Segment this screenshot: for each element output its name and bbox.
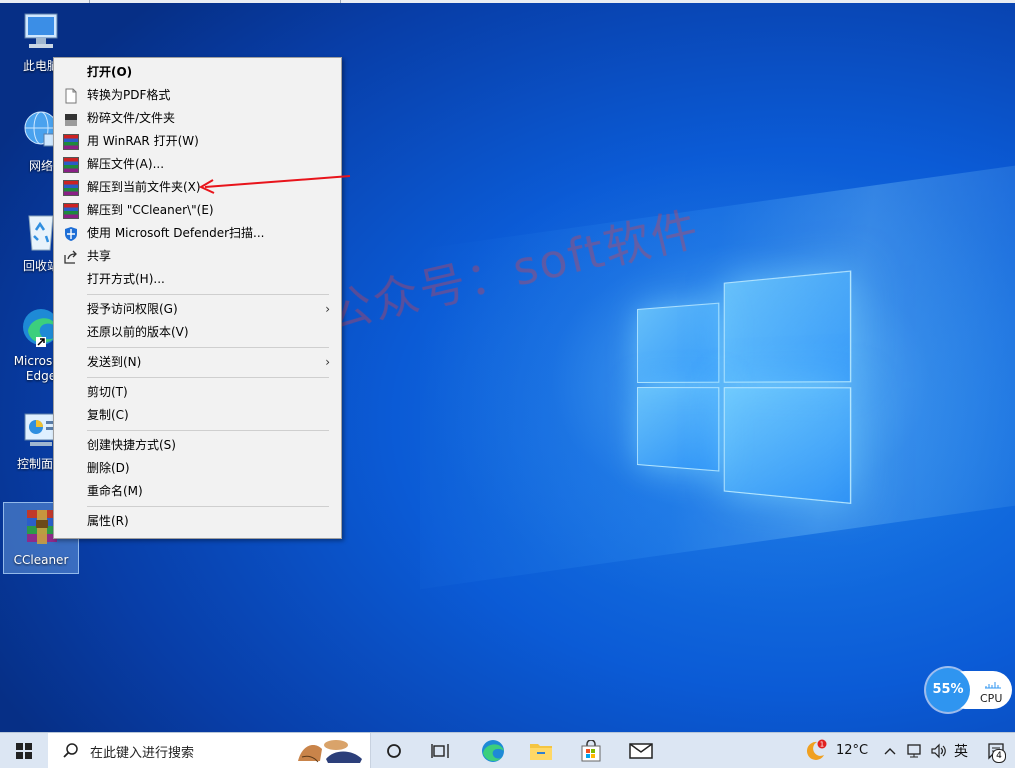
menu-item-label: 解压到当前文件夹(X) xyxy=(87,176,201,199)
winrar-icon xyxy=(63,180,79,196)
search-highlight-illustration-icon xyxy=(292,735,366,766)
chevron-up-icon xyxy=(884,747,896,755)
menu-item-label: 使用 Microsoft Defender扫描... xyxy=(87,222,264,245)
submenu-arrow-icon: › xyxy=(325,351,330,374)
menu-item-rename[interactable]: 重命名(M) xyxy=(54,480,341,503)
menu-item-send-to[interactable]: 发送到(N) › xyxy=(54,351,341,374)
taskbar-file-explorer[interactable] xyxy=(522,733,560,768)
menu-separator xyxy=(87,347,329,348)
weather-temperature[interactable]: 12°C xyxy=(832,733,872,768)
menu-item-open-with[interactable]: 打开方式(H)... xyxy=(54,268,341,291)
explorer-window-edge xyxy=(0,0,1015,3)
menu-item-label: 打开方式(H)... xyxy=(87,268,165,291)
edge-icon xyxy=(481,739,505,763)
taskbar-mail[interactable] xyxy=(622,733,660,768)
winrar-icon xyxy=(63,134,79,150)
menu-item-open[interactable]: 打开(O) xyxy=(54,61,341,84)
menu-item-restore-versions[interactable]: 还原以前的版本(V) xyxy=(54,321,341,344)
menu-item-convert-pdf[interactable]: 转换为PDF格式 xyxy=(54,84,341,107)
search-placeholder: 在此键入进行搜索 xyxy=(90,742,194,761)
menu-item-defender-scan[interactable]: 使用 Microsoft Defender扫描... xyxy=(54,222,341,245)
menu-item-cut[interactable]: 剪切(T) xyxy=(54,381,341,404)
input-method-button[interactable]: 英 xyxy=(950,733,972,768)
menu-separator xyxy=(87,294,329,295)
submenu-arrow-icon: › xyxy=(325,298,330,321)
windows-logo xyxy=(637,271,849,502)
menu-item-label: 解压到 "CCleaner\"(E) xyxy=(87,199,214,222)
menu-item-label: 粉碎文件/文件夹 xyxy=(87,107,175,130)
menu-item-label: 用 WinRAR 打开(W) xyxy=(87,130,199,153)
taskbar: 在此键入进行搜索 1 12°C 英 4 xyxy=(0,732,1015,768)
cortana-circle-icon xyxy=(386,743,402,759)
menu-item-delete[interactable]: 删除(D) xyxy=(54,457,341,480)
menu-item-label: 剪切(T) xyxy=(87,381,128,404)
windows-start-icon xyxy=(16,743,32,759)
network-tray-button[interactable] xyxy=(904,733,926,768)
menu-item-label: 发送到(N) xyxy=(87,351,141,374)
menu-item-label: 删除(D) xyxy=(87,457,130,480)
task-view-button[interactable] xyxy=(424,733,458,768)
menu-separator xyxy=(87,506,329,507)
shredder-icon xyxy=(63,111,79,127)
network-tray-icon xyxy=(906,743,924,759)
folder-icon xyxy=(529,740,553,762)
weather-button[interactable]: 1 xyxy=(800,733,830,768)
show-hidden-icons-button[interactable] xyxy=(880,733,900,768)
menu-item-label: 解压文件(A)... xyxy=(87,153,164,176)
menu-item-shred[interactable]: 粉碎文件/文件夹 xyxy=(54,107,341,130)
desktop: 此电脑 网络 回收站 Microsoft Edge 控制面板 CCleaner … xyxy=(0,0,1015,732)
menu-item-label: 属性(R) xyxy=(87,510,129,533)
cpu-label: CPU xyxy=(980,692,1002,705)
pdf-doc-icon xyxy=(63,88,79,104)
temperature-text: 12°C xyxy=(836,743,868,758)
menu-item-copy[interactable]: 复制(C) xyxy=(54,404,341,427)
speaker-icon xyxy=(930,743,948,759)
cortana-button[interactable] xyxy=(378,733,410,768)
winrar-icon xyxy=(63,203,79,219)
menu-item-label: 还原以前的版本(V) xyxy=(87,321,189,344)
menu-item-extract-to-folder[interactable]: 解压到 "CCleaner\"(E) xyxy=(54,199,341,222)
menu-item-label: 转换为PDF格式 xyxy=(87,84,170,107)
svg-text:1: 1 xyxy=(820,740,824,748)
store-bag-icon xyxy=(580,740,602,762)
menu-separator xyxy=(87,430,329,431)
weather-moon-icon: 1 xyxy=(803,739,827,763)
volume-button[interactable] xyxy=(928,733,950,768)
menu-item-give-access[interactable]: 授予访问权限(G) › xyxy=(54,298,341,321)
menu-item-label: 共享 xyxy=(87,245,111,268)
menu-item-label: 授予访问权限(G) xyxy=(87,298,178,321)
defender-shield-icon xyxy=(63,226,79,242)
menu-item-properties[interactable]: 属性(R) xyxy=(54,510,341,533)
menu-item-share[interactable]: 共享 xyxy=(54,245,341,268)
cpu-chart-icon xyxy=(984,677,1002,689)
task-view-icon xyxy=(431,743,451,759)
menu-item-label: 打开(O) xyxy=(87,61,132,84)
taskbar-edge[interactable] xyxy=(474,733,512,768)
annotation-arrow xyxy=(195,170,355,196)
notification-count-badge: 4 xyxy=(992,749,1006,763)
desktop-icon-label: CCleaner xyxy=(4,553,78,567)
menu-item-label: 重命名(M) xyxy=(87,480,143,503)
start-button[interactable] xyxy=(0,733,48,768)
action-center-button[interactable]: 4 xyxy=(982,733,1010,768)
menu-separator xyxy=(87,377,329,378)
share-icon xyxy=(63,249,79,265)
cpu-usage-widget[interactable]: 55% CPU xyxy=(926,668,1014,712)
context-menu: 打开(O) 转换为PDF格式 粉碎文件/文件夹 用 WinRAR 打开(W) 解… xyxy=(53,57,342,539)
menu-item-label: 复制(C) xyxy=(87,404,129,427)
computer-icon xyxy=(20,10,62,54)
menu-item-open-winrar[interactable]: 用 WinRAR 打开(W) xyxy=(54,130,341,153)
search-icon xyxy=(62,742,80,760)
input-method-text: 英 xyxy=(954,741,968,761)
cpu-percent: 55% xyxy=(926,668,970,712)
menu-item-label: 创建快捷方式(S) xyxy=(87,434,176,457)
taskbar-search-box[interactable]: 在此键入进行搜索 xyxy=(48,733,371,768)
menu-item-create-shortcut[interactable]: 创建快捷方式(S) xyxy=(54,434,341,457)
mail-icon xyxy=(629,742,653,760)
winrar-icon xyxy=(63,157,79,173)
taskbar-store[interactable] xyxy=(572,733,610,768)
